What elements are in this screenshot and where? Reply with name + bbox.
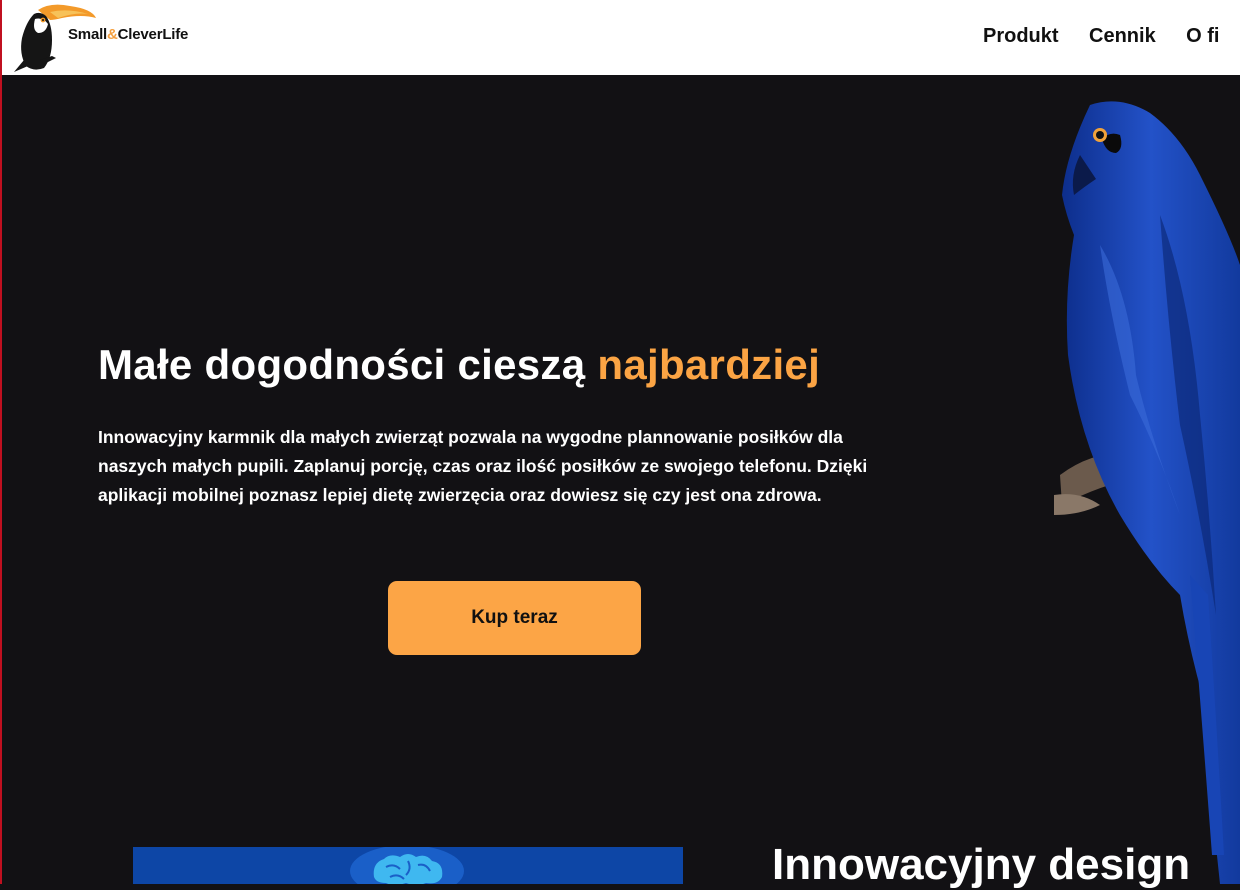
feature-section-title: Innowacyjny design xyxy=(772,840,1191,889)
hero-headline-accent: najbardziej xyxy=(597,341,821,388)
hero-headline: Małe dogodności cieszą najbardziej xyxy=(98,341,820,389)
main-nav: Produkt Cennik O fi xyxy=(983,25,1240,48)
top-navigation-bar: Small&CleverLife Produkt Cennik O fi xyxy=(0,0,1240,75)
buy-now-button[interactable]: Kup teraz xyxy=(388,581,641,655)
nav-link-o-firmie[interactable]: O fi xyxy=(1186,25,1219,48)
blue-macaw-photo xyxy=(1040,95,1240,884)
hero-headline-main: Małe dogodności cieszą xyxy=(98,341,598,388)
brand-name-part1: Small xyxy=(68,26,108,43)
feature-card xyxy=(133,847,683,884)
nav-link-cennik[interactable]: Cennik xyxy=(1089,25,1156,48)
brand-ampersand: & xyxy=(107,26,118,43)
brand-name-part2: CleverLife xyxy=(117,26,189,43)
brand-name[interactable]: Small&CleverLife xyxy=(68,26,188,43)
nav-link-produkt[interactable]: Produkt xyxy=(983,25,1059,48)
brain-icon xyxy=(350,847,465,884)
hero-description: Innowacyjny karmnik dla małych zwierząt … xyxy=(98,427,868,505)
